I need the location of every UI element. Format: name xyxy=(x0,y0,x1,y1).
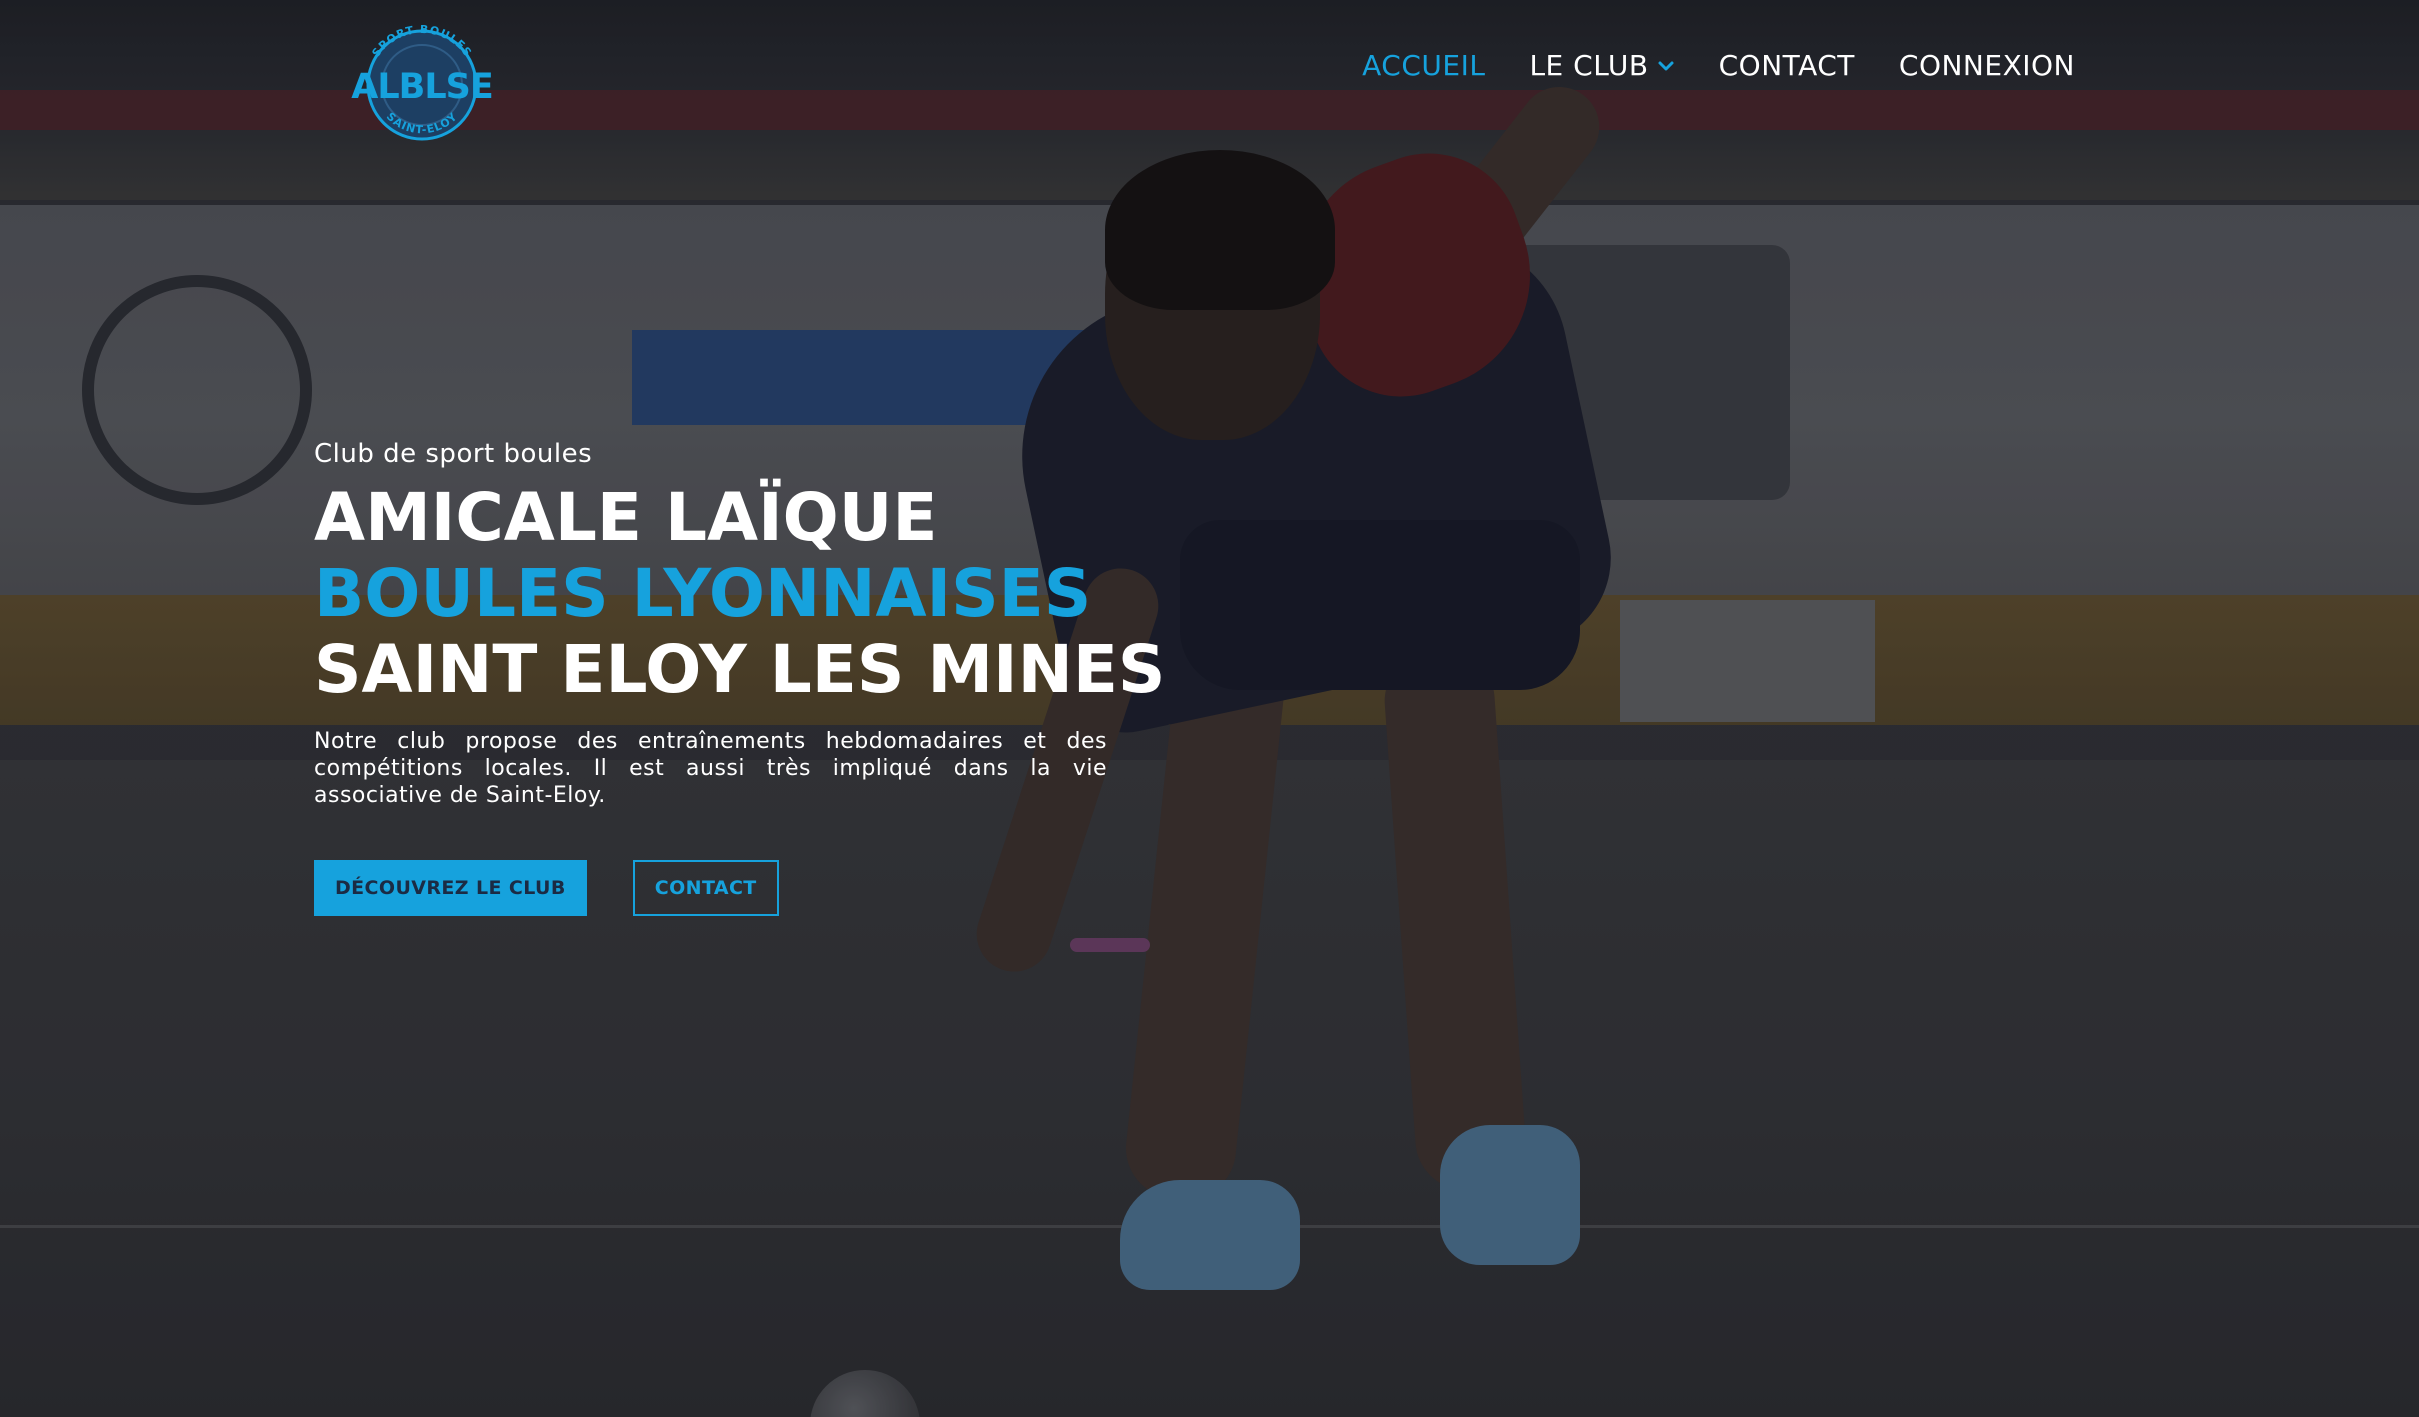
nav-item-connexion[interactable]: CONNEXION xyxy=(1899,44,2075,88)
nav-item-label: LE CLUB xyxy=(1529,49,1649,82)
logo-emblem: SPORT BOULES SAINT-ELOY ALBLSE xyxy=(351,23,494,141)
nav-item-label: CONNEXION xyxy=(1898,49,2075,82)
hero-title-line1: AMICALE LAÏQUE xyxy=(314,479,938,556)
nav-item-label: ACCUEIL xyxy=(1362,49,1486,82)
chevron-down-icon xyxy=(1658,61,1674,71)
hero-description: Notre club propose des entraînements heb… xyxy=(314,729,1107,808)
hero-section: SPORT BOULES SAINT-ELOY ALBLSE ACCUEIL L… xyxy=(0,0,2419,1417)
hero-title: AMICALE LAÏQUE BOULES LYONNAISES SAINT E… xyxy=(314,480,1214,708)
logo-text: ALBLSE xyxy=(351,67,493,107)
hero-subtitle: Club de sport boules xyxy=(314,439,593,469)
hero-title-line2: BOULES LYONNAISES xyxy=(314,555,1092,632)
club-logo[interactable]: SPORT BOULES SAINT-ELOY ALBLSE xyxy=(348,23,496,143)
hero-actions: DÉCOUVREZ LE CLUB CONTACT xyxy=(314,860,1214,916)
contact-button[interactable]: CONTACT xyxy=(632,860,779,916)
nav-item-contact[interactable]: CONTACT xyxy=(1719,44,1855,88)
nav-item-le-club[interactable]: LE CLUB xyxy=(1529,44,1674,88)
discover-club-button[interactable]: DÉCOUVREZ LE CLUB xyxy=(314,860,587,916)
hero-title-line3: SAINT ELOY LES MINES xyxy=(314,631,1166,708)
main-navigation: ACCUEIL LE CLUB CONTACT CONNEXION xyxy=(1362,44,2075,88)
nav-item-accueil[interactable]: ACCUEIL xyxy=(1362,44,1485,88)
nav-item-label: CONTACT xyxy=(1718,49,1855,82)
hero-content: Club de sport boules AMICALE LAÏQUE BOUL… xyxy=(314,432,1214,916)
